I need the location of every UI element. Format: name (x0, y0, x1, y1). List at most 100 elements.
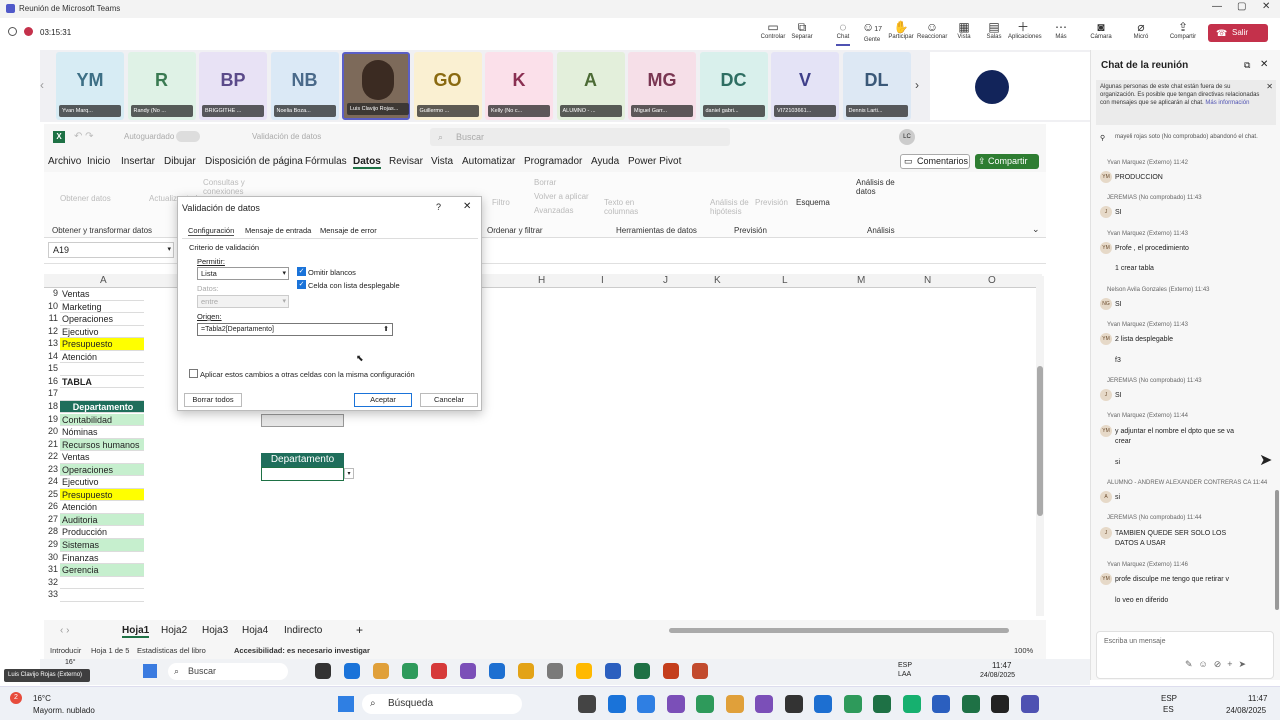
cell[interactable]: Ejecutivo (60, 326, 144, 339)
undo-icon[interactable]: ↶ ↷ (74, 131, 94, 142)
tab-input-message[interactable]: Mensaje de entrada (245, 226, 311, 235)
row-number[interactable]: 24 (44, 476, 58, 486)
taskbar-app-icon[interactable] (607, 695, 626, 713)
toolbar-people-button[interactable]: ☺17 Gente (857, 20, 887, 43)
row-number[interactable]: 29 (44, 539, 58, 549)
ignore-blank-checkbox[interactable]: ✓ (297, 267, 306, 276)
ribbon-item[interactable]: Análisis de datos (856, 178, 916, 196)
column-header[interactable]: L (782, 275, 788, 286)
toolbar-share-button[interactable]: ⇪ Compartir (1168, 20, 1198, 40)
cell[interactable]: Sistemas (60, 539, 144, 552)
row-number[interactable]: 30 (44, 552, 58, 562)
menu-item[interactable]: Inicio (87, 156, 110, 167)
menu-item[interactable]: Archivo (48, 156, 81, 167)
menu-item[interactable]: Dibujar (164, 156, 196, 167)
windows-start-icon[interactable] (143, 664, 157, 678)
toolbar-plus-button[interactable]: ＋ Aplicaciones (1008, 20, 1042, 40)
menu-item[interactable]: Insertar (121, 156, 155, 167)
taskbar-app-icon[interactable] (634, 663, 650, 679)
participant-tile[interactable]: DC daniel gabri... (699, 52, 768, 120)
row-number[interactable]: 19 (44, 414, 58, 424)
taskbar-search-box[interactable]: ⌕ Búsqueda (362, 694, 522, 714)
sheet-nav-icon[interactable]: ‹ › (60, 625, 69, 636)
column-header[interactable]: A (100, 275, 107, 286)
apply-all-checkbox[interactable] (189, 369, 198, 378)
toolbar-popout-button[interactable]: ⧉ Separar (787, 20, 817, 40)
taskbar-app-icon[interactable] (576, 663, 592, 679)
menu-item[interactable]: Programador (524, 156, 582, 167)
taskbar-app-icon[interactable] (961, 695, 980, 713)
close-dialog-icon[interactable]: ✕ (463, 201, 471, 212)
menu-item[interactable]: Power Pivot (628, 156, 681, 167)
taskbar-app-icon[interactable] (605, 663, 621, 679)
row-number[interactable]: 22 (44, 451, 58, 461)
toolbar-hand-button[interactable]: ✋ Participar (886, 20, 916, 40)
row-number[interactable]: 27 (44, 514, 58, 524)
ribbon-item[interactable]: Avanzadas (534, 206, 594, 215)
zoom-level[interactable]: 100% (1014, 646, 1033, 655)
tab-error-message[interactable]: Mensaje de error (320, 226, 377, 235)
column-header[interactable]: N (924, 275, 931, 286)
toolbar-rooms-button[interactable]: ▤ Salas (979, 20, 1009, 40)
column-header[interactable]: H (538, 275, 545, 286)
cell[interactable]: Presupuesto (60, 338, 144, 351)
row-number[interactable]: 16 (44, 376, 58, 386)
taskbar-app-icon[interactable] (402, 663, 418, 679)
cell[interactable] (60, 388, 144, 401)
cell[interactable]: Finanzas (60, 552, 144, 565)
taskbar-app-icon[interactable] (460, 663, 476, 679)
status-text[interactable]: Accesibilidad: es necesario investigar (234, 646, 370, 655)
leave-button[interactable]: ☎ Salir (1208, 24, 1268, 42)
cell[interactable] (60, 363, 144, 376)
ribbon-item[interactable]: Filtro (492, 198, 552, 207)
toolbar-grid-button[interactable]: ▦ Vista (949, 20, 979, 40)
participant-tile[interactable]: K Kelly (No c... (485, 52, 553, 120)
row-number[interactable]: 10 (44, 301, 58, 311)
taskbar-app-icon[interactable] (755, 695, 773, 713)
windows-start-icon[interactable] (338, 696, 354, 712)
taskbar-app-icon[interactable] (315, 663, 331, 679)
minimize-icon[interactable]: — (1212, 1, 1222, 12)
search-input[interactable]: ⌕ Buscar (430, 128, 730, 146)
menu-item[interactable]: Datos (353, 156, 381, 169)
column-header[interactable]: J (663, 275, 668, 286)
notification-badge[interactable]: 2 (10, 692, 22, 704)
taskbar-app-icon[interactable] (1020, 695, 1039, 713)
cell[interactable]: Atención (60, 351, 144, 364)
participant-tile[interactable]: NB Noelia Boza... (270, 52, 339, 120)
toolbar-share-screen-button[interactable]: ▭ Controlar (758, 20, 788, 40)
menu-item[interactable]: Vista (431, 156, 453, 167)
remote-search-box[interactable]: ⌕ Buscar (168, 663, 288, 680)
row-number[interactable]: 14 (44, 351, 58, 361)
row-number[interactable]: 18 (44, 401, 58, 411)
scroll-left-icon[interactable]: ‹ (40, 78, 44, 92)
cell[interactable]: Marketing (60, 301, 144, 314)
taskbar-app-icon[interactable] (344, 663, 360, 679)
row-number[interactable]: 21 (44, 439, 58, 449)
column-header[interactable]: O (988, 275, 996, 286)
cell[interactable]: Producción (60, 526, 144, 539)
maximize-icon[interactable]: ▢ (1237, 1, 1246, 12)
cell[interactable]: Departamento (60, 400, 144, 414)
close-notice-icon[interactable]: ✕ (1266, 83, 1273, 91)
collapse-dialog-icon[interactable]: ⬆ (383, 324, 389, 335)
menu-item[interactable]: Disposición de página (205, 156, 303, 167)
taskbar-app-icon[interactable] (431, 663, 447, 679)
taskbar-app-icon[interactable] (637, 695, 655, 713)
participant-tile[interactable]: GO Guillermo ... (413, 52, 482, 120)
participant-tile[interactable]: MG Miguel Garr... (628, 52, 696, 120)
cancel-button[interactable]: Cancelar (420, 393, 478, 407)
column-header[interactable]: I (601, 275, 604, 286)
ribbon-item[interactable]: Esquema (796, 198, 856, 207)
sheet-tab[interactable]: Hoja1 (122, 625, 150, 638)
row-number[interactable]: 23 (44, 464, 58, 474)
row-number[interactable]: 32 (44, 577, 58, 587)
cell[interactable]: Operaciones (60, 313, 144, 326)
taskbar-app-icon[interactable] (873, 695, 891, 713)
row-number[interactable]: 20 (44, 426, 58, 436)
cell[interactable]: Presupuesto (60, 488, 144, 502)
message-compose[interactable]: Escriba un mensaje ✎☺⊘+➤ (1096, 631, 1274, 679)
row-number[interactable]: 25 (44, 489, 58, 499)
taskbar-app-icon[interactable] (932, 695, 950, 713)
row-number[interactable]: 12 (44, 326, 58, 336)
